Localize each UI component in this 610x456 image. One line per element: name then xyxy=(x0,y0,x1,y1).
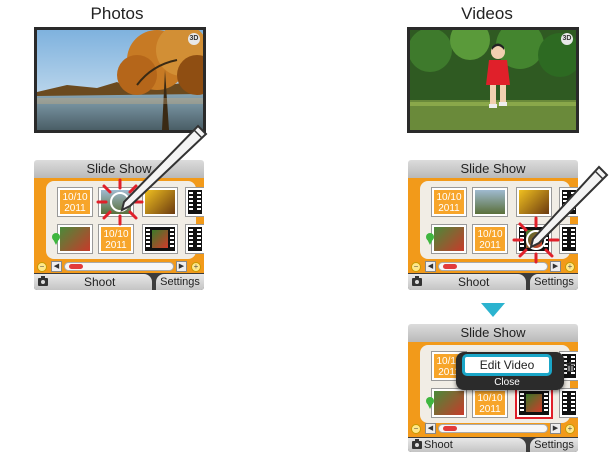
date-day: 10/10 xyxy=(103,229,129,240)
shoot-label: Shoot xyxy=(84,275,116,289)
scroll-thumb[interactable] xyxy=(443,264,457,269)
zoom-in-icon[interactable]: + xyxy=(565,424,575,434)
date-tile[interactable]: 10/10 2011 xyxy=(58,188,92,216)
3d-badge: 3D xyxy=(188,33,200,45)
shoot-button[interactable]: Shoot xyxy=(34,274,152,290)
photo-thumbnail[interactable] xyxy=(473,188,507,216)
photos-column-title: Photos xyxy=(90,4,144,23)
date-year: 2011 xyxy=(64,203,86,214)
close-label: Close xyxy=(494,377,520,388)
video-thumbnail[interactable] xyxy=(560,389,578,417)
camera-icon xyxy=(412,276,422,286)
settings-label: Settings xyxy=(534,439,574,451)
photos-top-screen: 3D xyxy=(34,27,206,133)
edit-popup: Edit Video Close xyxy=(456,352,564,390)
video-frame xyxy=(152,230,168,248)
edit-popup-panel: Slide Show 10/10 2011 10/10 2011 − ◀ ▶ +… xyxy=(408,324,578,452)
date-year: 2011 xyxy=(479,404,501,415)
autumn-lake-photo xyxy=(37,30,203,130)
down-arrow-icon xyxy=(481,303,505,317)
scroll-left-arrow[interactable]: ◀ xyxy=(51,261,62,272)
video-frame xyxy=(526,394,542,412)
photo-thumbnail[interactable] xyxy=(432,389,466,417)
date-tile[interactable]: 10/10 2011 xyxy=(99,225,133,253)
date-tile[interactable]: 10/10 2011 xyxy=(432,188,466,216)
scroll-bar[interactable] xyxy=(438,424,548,433)
zoom-out-icon[interactable]: − xyxy=(37,262,47,272)
date-year: 2011 xyxy=(479,240,501,251)
settings-button[interactable]: Settings xyxy=(156,274,204,290)
zoom-in-icon[interactable]: + xyxy=(565,262,575,272)
photo-thumbnail[interactable] xyxy=(432,225,466,253)
scroll-thumb[interactable] xyxy=(443,426,457,431)
scroll-bar[interactable] xyxy=(64,262,174,271)
date-year: 2011 xyxy=(105,240,127,251)
location-pin-icon xyxy=(426,233,434,245)
scroll-right-arrow[interactable]: ▶ xyxy=(176,261,187,272)
shoot-photos-videos-button[interactable]: Shoot Photos/Videos xyxy=(408,438,526,452)
settings-label: Settings xyxy=(534,276,574,288)
shoot-label: Shoot xyxy=(458,275,490,289)
date-day: 10/10 xyxy=(436,192,462,203)
shoot-photos-videos-label: Shoot Photos/Videos xyxy=(424,439,453,451)
scroll-right-arrow[interactable]: ▶ xyxy=(550,423,561,434)
stylus-icon xyxy=(529,165,609,249)
date-day: 10/10 xyxy=(477,393,503,404)
date-year: 2011 xyxy=(438,203,460,214)
settings-button[interactable]: Settings xyxy=(530,438,578,452)
stylus-icon xyxy=(120,124,208,212)
zoom-out-icon[interactable]: − xyxy=(411,424,421,434)
camera-icon xyxy=(412,439,422,449)
scroll-thumb[interactable] xyxy=(69,264,83,269)
camera-icon xyxy=(38,276,48,286)
location-pin-icon xyxy=(426,397,434,409)
scroll-left-arrow[interactable]: ◀ xyxy=(425,261,436,272)
scroll-left-arrow[interactable]: ◀ xyxy=(425,423,436,434)
bottom-bar: Shoot Settings xyxy=(34,273,204,290)
shoot-button[interactable]: Shoot xyxy=(408,274,526,290)
date-tile[interactable]: 10/10 2011 xyxy=(473,225,507,253)
date-day: 10/10 xyxy=(62,192,88,203)
close-button[interactable]: Close xyxy=(462,377,552,388)
videos-top-screen: 3D xyxy=(407,27,579,133)
video-thumbnail[interactable] xyxy=(186,225,204,253)
zoom-in-icon[interactable]: + xyxy=(191,262,201,272)
edit-video-label: Edit Video xyxy=(479,358,535,372)
settings-label: Settings xyxy=(160,276,200,288)
3d-badge: 3D xyxy=(561,33,573,45)
video-thumbnail[interactable] xyxy=(143,225,177,253)
selected-video-thumbnail[interactable] xyxy=(517,389,551,417)
bottom-bar: Shoot Photos/Videos Settings xyxy=(408,437,578,452)
bottom-bar: Shoot Settings xyxy=(408,273,578,290)
date-tile[interactable]: 10/10 2011 xyxy=(473,389,507,417)
photo-thumbnail[interactable] xyxy=(58,225,92,253)
videos-column-title: Videos xyxy=(461,4,513,23)
zoom-out-icon[interactable]: − xyxy=(411,262,421,272)
child-running-video-frame xyxy=(410,30,576,130)
location-pin-icon xyxy=(52,233,60,245)
trash-icon[interactable] xyxy=(566,362,575,372)
date-day: 10/10 xyxy=(477,229,503,240)
slide-show-button[interactable]: Slide Show xyxy=(408,324,578,343)
settings-button[interactable]: Settings xyxy=(530,274,578,290)
edit-video-button[interactable]: Edit Video xyxy=(462,354,552,376)
